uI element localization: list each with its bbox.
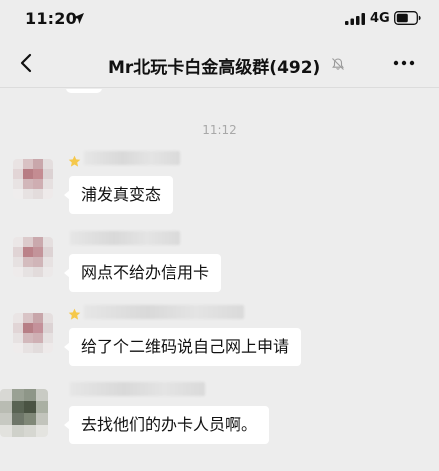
- sender-avatar[interactable]: [13, 237, 53, 277]
- message-list[interactable]: 11:12 浦发真变态 网点不给办信用卡 给了个二维码说自己网上申请 去找他们的…: [0, 89, 439, 471]
- message-bubble[interactable]: 去找他们的办卡人员啊。: [63, 406, 270, 444]
- message-timestamp: 11:12: [202, 123, 237, 137]
- message-bubble[interactable]: 网点不给办信用卡: [63, 254, 222, 292]
- battery-icon: [394, 11, 421, 25]
- back-icon[interactable]: [16, 52, 38, 74]
- sender-name-blurred: [84, 151, 180, 165]
- mute-icon: [332, 58, 344, 70]
- location-arrow-icon: [73, 13, 84, 24]
- previous-message-bubble-edge: [66, 89, 102, 93]
- sender-name-blurred: [84, 305, 244, 319]
- star-icon: [68, 308, 81, 320]
- status-bar: 11:20 4G: [0, 0, 439, 40]
- message-bubble[interactable]: 给了个二维码说自己网上申请: [63, 328, 302, 366]
- sender-avatar[interactable]: [13, 159, 53, 199]
- message-bubble[interactable]: 浦发真变态: [63, 176, 174, 214]
- sender-avatar[interactable]: [13, 313, 53, 353]
- sender-name-blurred: [70, 382, 205, 396]
- chat-header: Mr北玩卡白金高级群(492): [0, 40, 439, 88]
- group-title: Mr北玩卡白金高级群(492): [108, 58, 321, 78]
- signal-icon: [345, 13, 365, 25]
- network-type: 4G: [370, 11, 390, 26]
- sender-name-blurred: [70, 231, 180, 245]
- status-time: 11:20: [25, 9, 77, 28]
- more-icon[interactable]: [393, 60, 415, 66]
- star-icon: [68, 155, 81, 167]
- sender-avatar[interactable]: [0, 389, 48, 437]
